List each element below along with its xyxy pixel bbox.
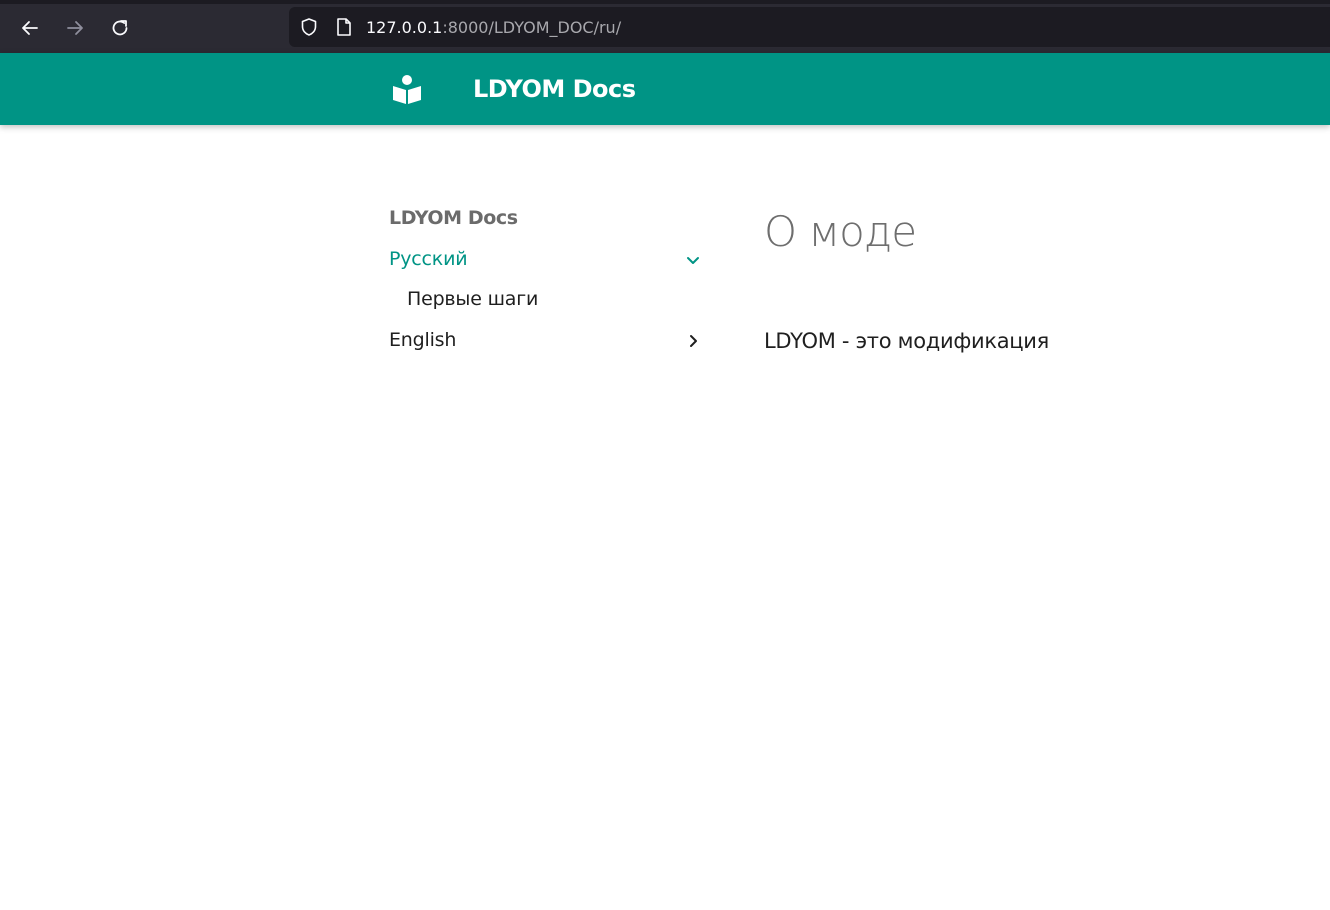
reload-button[interactable] <box>104 12 136 44</box>
sidebar-item-label: Русский <box>389 248 468 270</box>
sidebar-item-label: Первые шаги <box>407 288 539 310</box>
page-title: О моде <box>764 207 917 256</box>
chevron-right-icon[interactable] <box>685 333 701 349</box>
sidebar-item-first-steps[interactable]: Первые шаги <box>407 286 707 314</box>
arrow-left-icon <box>22 21 38 35</box>
sidebar-item-russian[interactable]: Русский <box>389 246 707 274</box>
book-reader-icon[interactable] <box>391 73 423 105</box>
chevron-down-icon[interactable] <box>685 252 701 268</box>
url-host: 127.0.0.1 <box>366 18 443 37</box>
tab-strip-edge <box>0 0 1330 4</box>
sidebar-item-english[interactable]: English <box>389 327 707 355</box>
arrow-right-icon <box>67 21 83 35</box>
reload-icon <box>112 20 128 36</box>
browser-toolbar: 127.0.0.1:8000/LDYOM_DOC/ru/ <box>0 0 1330 53</box>
address-bar[interactable]: 127.0.0.1:8000/LDYOM_DOC/ru/ <box>289 7 1330 47</box>
site-title[interactable]: LDYOM Docs <box>473 53 636 125</box>
intro-paragraph: LDYOM - это модификация <box>764 329 1049 353</box>
page-info-icon[interactable] <box>335 17 353 41</box>
sidebar-item-label: English <box>389 329 457 351</box>
sidebar-root-title[interactable]: LDYOM Docs <box>389 207 518 229</box>
url-text[interactable]: 127.0.0.1:8000/LDYOM_DOC/ru/ <box>366 7 621 47</box>
tracking-protection-shield-icon[interactable] <box>299 17 319 41</box>
back-button[interactable] <box>14 12 46 44</box>
url-path: :8000/LDYOM_DOC/ru/ <box>442 18 622 37</box>
forward-button[interactable] <box>59 12 91 44</box>
site-header: LDYOM Docs <box>0 53 1330 125</box>
